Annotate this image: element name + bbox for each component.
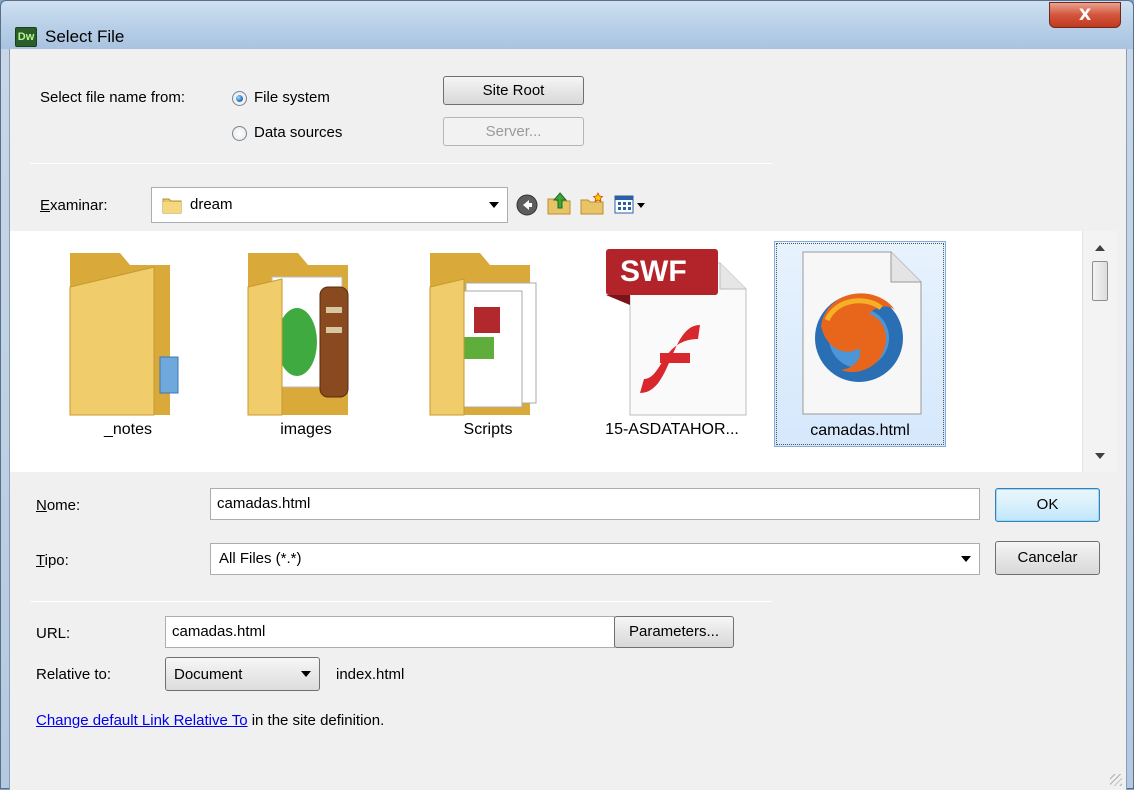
file-type-value: All Files (*.*)	[219, 550, 302, 567]
folder-images-icon	[247, 253, 349, 416]
folder-scripts-icon	[429, 253, 537, 416]
browse-label: Examinar:	[40, 197, 108, 214]
scroll-thumb[interactable]	[1092, 261, 1108, 301]
radio-file-system[interactable]	[232, 91, 247, 106]
select-file-dialog: Dw Select File X Select file name from: …	[0, 0, 1134, 790]
cancel-button[interactable]: Cancelar	[995, 541, 1100, 575]
radio-data-sources-label[interactable]: Data sources	[254, 124, 342, 141]
separator-bottom	[30, 601, 772, 602]
type-label: Tipo:	[36, 552, 69, 569]
view-menu-icon[interactable]	[614, 193, 654, 217]
site-root-button[interactable]: Site Root	[443, 76, 584, 105]
url-label: URL:	[36, 625, 71, 642]
file-name: images	[280, 421, 332, 438]
dreamweaver-app-icon: Dw	[15, 27, 37, 47]
relative-file-name: index.html	[336, 666, 405, 683]
file-name: camadas.html	[810, 422, 910, 439]
radio-file-system-label[interactable]: File system	[254, 89, 330, 106]
file-list[interactable]: _notes images Scripts SWF 15-ASDATAHOR..…	[10, 231, 1117, 472]
folder-icon	[69, 253, 179, 416]
radio-data-sources[interactable]	[232, 126, 247, 141]
hint-text-line: Change default Link Relative To in the s…	[36, 712, 384, 729]
dialog-title: Select File	[45, 27, 125, 46]
list-item[interactable]: SWF 15-ASDATAHOR...	[586, 241, 758, 447]
url-input[interactable]: camadas.html	[165, 616, 615, 648]
back-icon[interactable]	[516, 194, 538, 216]
folder-dropdown-value: dream	[190, 196, 233, 213]
list-item-selected[interactable]: camadas.html	[774, 241, 946, 447]
resize-grip[interactable]	[1110, 774, 1122, 786]
hint-text: in the site definition.	[247, 712, 385, 729]
title-bar[interactable]: Dw Select File X	[1, 1, 1133, 49]
swf-badge-text: SWF	[620, 255, 687, 288]
filename-input[interactable]: camadas.html	[210, 488, 980, 520]
file-type-select[interactable]: All Files (*.*)	[210, 543, 980, 575]
list-item[interactable]: Scripts	[402, 241, 574, 447]
firefox-html-icon	[802, 251, 922, 415]
relative-to-select[interactable]: Document	[165, 657, 320, 691]
scroll-up-icon[interactable]	[1095, 245, 1105, 251]
file-name: Scripts	[463, 421, 513, 438]
file-name: 15-ASDATAHOR...	[605, 421, 739, 438]
chevron-down-icon	[961, 556, 971, 562]
relative-to-label: Relative to:	[36, 666, 112, 683]
list-item[interactable]: images	[220, 241, 392, 447]
relative-to-value: Document	[174, 666, 243, 683]
separator-top	[30, 163, 772, 164]
source-label: Select file name from:	[40, 89, 186, 106]
dialog-body: Select file name from: File system Data …	[9, 49, 1127, 790]
folder-icon	[162, 198, 182, 214]
change-default-link[interactable]: Change default Link Relative To	[36, 712, 248, 729]
chevron-down-icon	[301, 671, 311, 677]
scroll-down-icon[interactable]	[1095, 453, 1105, 459]
list-item[interactable]: _notes	[42, 241, 214, 447]
file-name: _notes	[103, 421, 153, 438]
up-folder-icon[interactable]	[546, 191, 572, 217]
folder-dropdown[interactable]: dream	[151, 187, 508, 223]
ok-button[interactable]: OK	[995, 488, 1100, 522]
close-button[interactable]: X	[1049, 2, 1121, 28]
new-folder-icon[interactable]	[579, 191, 605, 217]
server-button[interactable]: Server...	[443, 117, 584, 146]
scrollbar[interactable]	[1082, 231, 1117, 472]
chevron-down-icon	[489, 202, 499, 208]
parameters-button[interactable]: Parameters...	[614, 616, 734, 648]
name-label: Nome:	[36, 497, 81, 514]
